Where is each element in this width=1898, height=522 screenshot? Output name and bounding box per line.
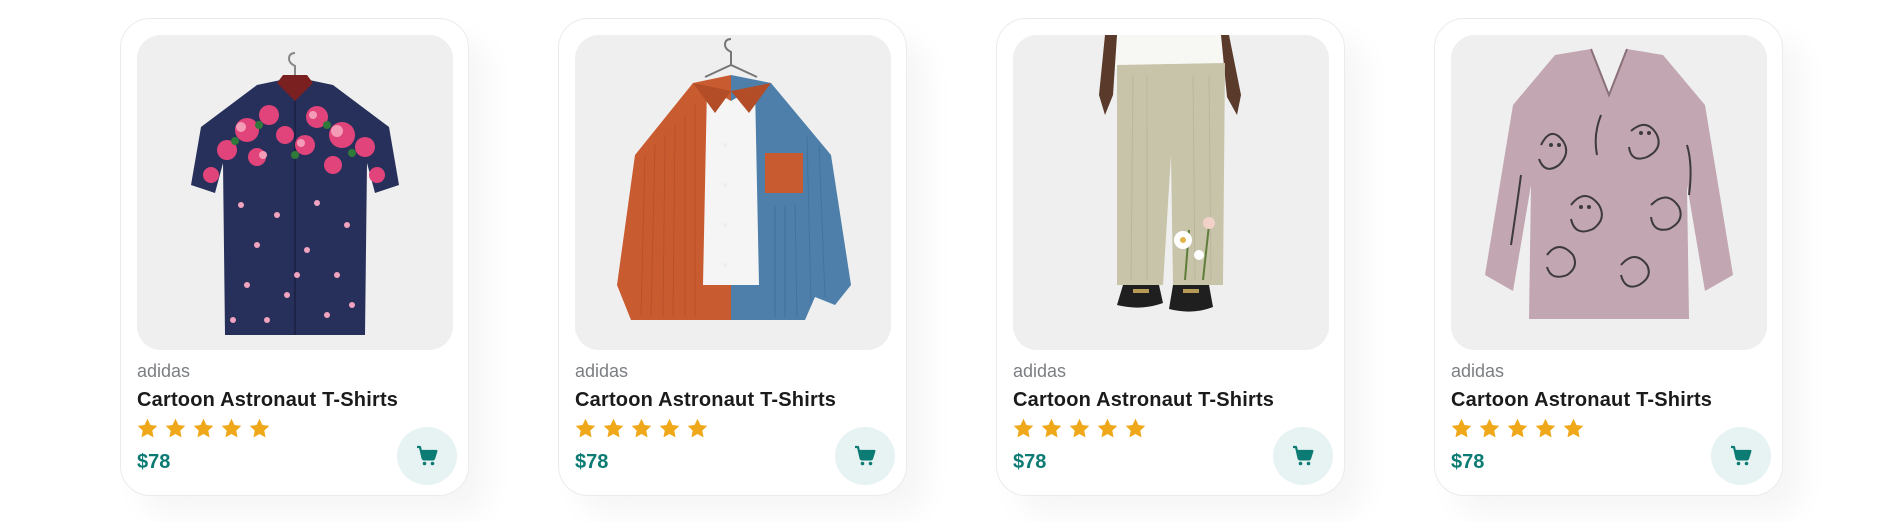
product-image[interactable] [137, 35, 453, 350]
product-card[interactable]: adidas Cartoon Astronaut T-Shirts $78 [996, 18, 1345, 496]
product-card[interactable]: adidas Cartoon Astronaut T-Shirts $78 [558, 18, 907, 496]
product-image[interactable] [1451, 35, 1767, 350]
product-brand: adidas [1013, 361, 1067, 381]
add-to-cart-button[interactable] [1273, 427, 1333, 485]
product-price: $78 [575, 451, 609, 473]
product-title[interactable]: Cartoon Astronaut T-Shirts [1451, 389, 1712, 412]
star-icon [249, 418, 270, 438]
product-brand: adidas [575, 361, 629, 381]
star-icon [137, 418, 158, 438]
cart-icon [1731, 445, 1752, 466]
star-icon [1041, 418, 1062, 438]
star-icon [687, 418, 708, 438]
product-grid: adidas Cartoon Astronaut T-Shirts $78 ad… [120, 18, 1783, 496]
product-card[interactable]: adidas Cartoon Astronaut T-Shirts $78 [120, 18, 469, 496]
product-brand: adidas [137, 361, 191, 381]
add-to-cart-button[interactable] [1711, 427, 1771, 485]
star-icon [1069, 418, 1090, 438]
star-icon [1563, 418, 1584, 438]
star-icon [1507, 418, 1528, 438]
product-price: $78 [137, 451, 171, 473]
star-icon [221, 418, 242, 438]
product-card[interactable]: adidas Cartoon Astronaut T-Shirts $78 [1434, 18, 1783, 496]
cart-icon [1293, 445, 1314, 466]
star-icon [1013, 418, 1034, 438]
product-title[interactable]: Cartoon Astronaut T-Shirts [1013, 389, 1274, 412]
star-icon [1451, 418, 1472, 438]
rating-stars [1012, 417, 1147, 440]
star-icon [1125, 418, 1146, 438]
star-icon [575, 418, 596, 438]
star-icon [165, 418, 186, 438]
star-icon [1535, 418, 1556, 438]
star-icon [603, 418, 624, 438]
add-to-cart-button[interactable] [397, 427, 457, 485]
product-price: $78 [1013, 451, 1047, 473]
star-icon [631, 418, 652, 438]
product-image[interactable] [575, 35, 891, 350]
rating-stars [136, 417, 271, 440]
rating-stars [1450, 417, 1585, 440]
star-icon [193, 418, 214, 438]
product-price: $78 [1451, 451, 1485, 473]
cart-icon [417, 445, 438, 466]
product-title[interactable]: Cartoon Astronaut T-Shirts [575, 389, 836, 412]
cart-icon [855, 445, 876, 466]
rating-stars [574, 417, 709, 440]
star-icon [1097, 418, 1118, 438]
product-brand: adidas [1451, 361, 1505, 381]
product-title[interactable]: Cartoon Astronaut T-Shirts [137, 389, 398, 412]
star-icon [1479, 418, 1500, 438]
add-to-cart-button[interactable] [835, 427, 895, 485]
star-icon [659, 418, 680, 438]
product-image[interactable] [1013, 35, 1329, 350]
